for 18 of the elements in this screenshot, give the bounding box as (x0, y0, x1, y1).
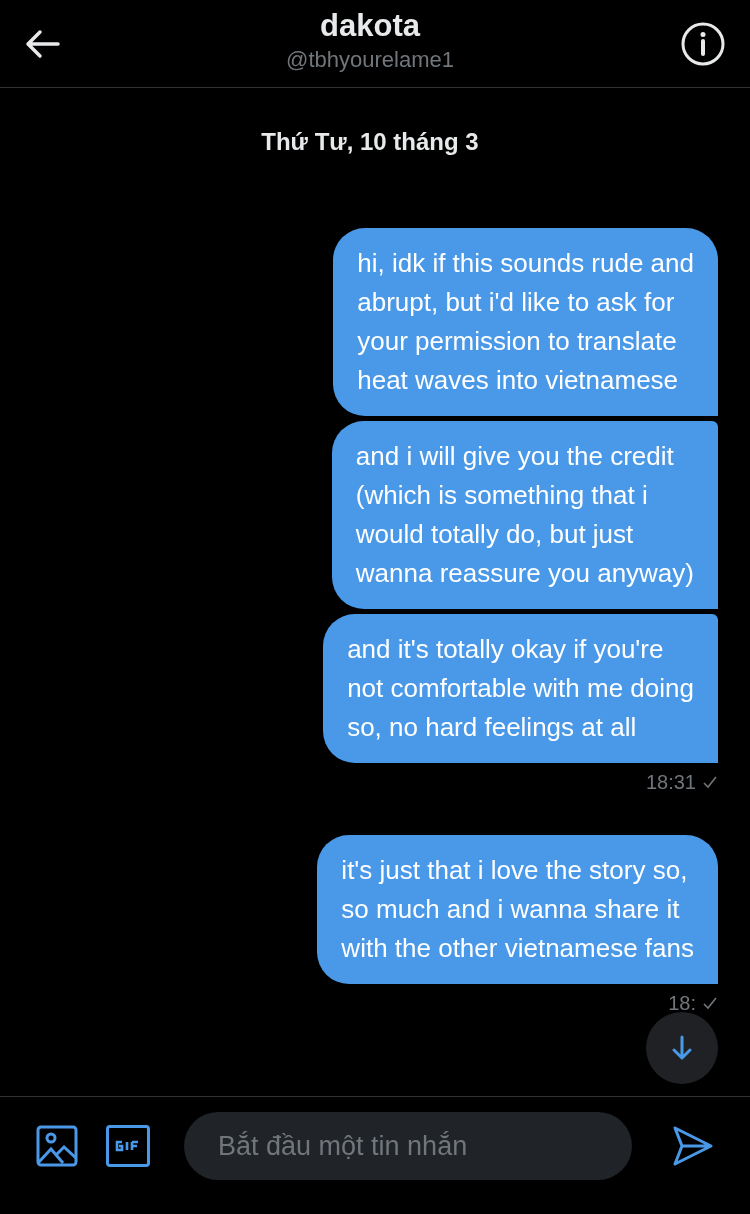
message-bubble: it's just that i love the story so, so much and i wanna share it with the other vietnamese fans (317, 835, 718, 984)
send-icon[interactable] (672, 1125, 714, 1167)
message-bubble: and i will give you the credit (which is something that i would totally do, but just wanna reassure you anyway) (331, 421, 718, 609)
contact-handle: @tbhyourelame1 (286, 45, 454, 74)
down-arrow-icon (671, 1035, 693, 1061)
check-icon (702, 996, 718, 1010)
image-icon[interactable] (36, 1125, 78, 1167)
message-bubble: and it's totally okay if you're not comfortable with me doing so, no hard feelings at all (323, 614, 718, 763)
contact-name: dakota (320, 6, 420, 45)
message-time: 18:31 (645, 770, 696, 795)
back-arrow-icon[interactable] (24, 28, 60, 59)
message-bubble: hi, idk if this sounds rude and abrupt, but i'd like to ask for your permission to translate heat waves into vietnamese (333, 228, 718, 416)
gif-button[interactable] (106, 1125, 150, 1167)
date-separator: Thứ Tư, 10 tháng 3 (261, 127, 479, 157)
info-icon[interactable] (680, 20, 726, 67)
message-input[interactable]: Bắt đầu một tin nhắn (184, 1112, 632, 1180)
message-time: 18: (668, 991, 696, 1016)
check-icon (702, 775, 718, 789)
